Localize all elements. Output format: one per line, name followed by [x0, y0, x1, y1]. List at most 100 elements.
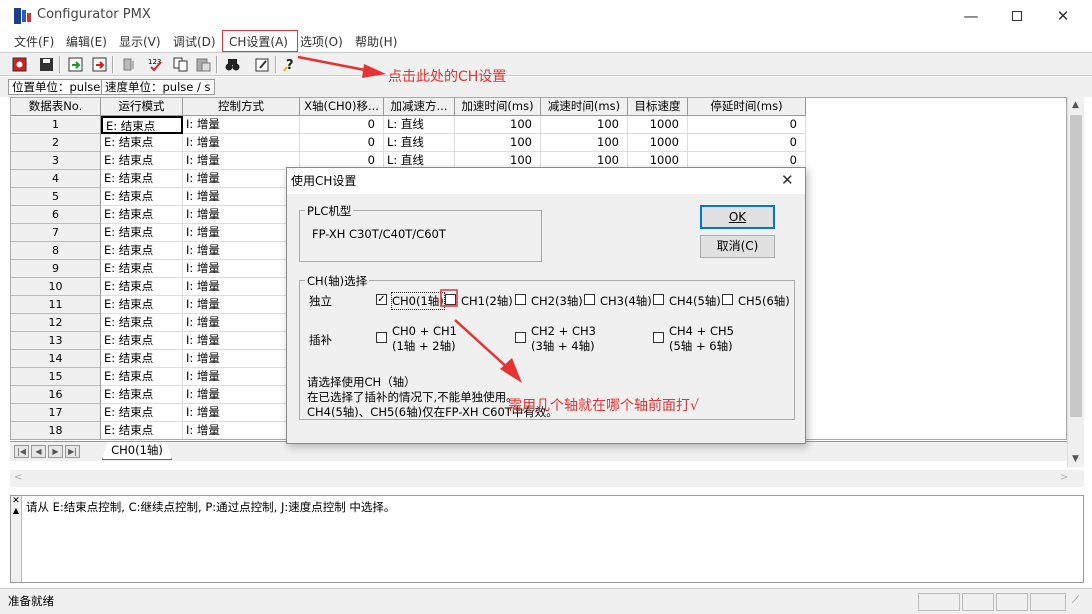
row-header[interactable]: 6	[11, 206, 101, 224]
copy-button[interactable]	[171, 56, 189, 73]
table-cell[interactable]: 0	[300, 116, 384, 134]
cancel-button[interactable]: 取消(C)	[700, 235, 775, 258]
edit-button[interactable]	[253, 56, 271, 73]
table-cell[interactable]: 1000	[628, 134, 688, 152]
interp-pair-0-sublabel[interactable]: (1轴 + 2轴)	[392, 338, 456, 354]
maximize-button[interactable]	[994, 0, 1040, 31]
interp-pair-0-checkbox[interactable]	[376, 332, 387, 343]
column-header[interactable]: 控制方式	[183, 98, 300, 116]
sheet-tab-ch0[interactable]: CH0(1轴)	[102, 442, 172, 460]
resize-grip-icon[interactable]: ⟋	[1072, 595, 1079, 606]
table-cell[interactable]: I: 增量	[183, 404, 300, 422]
row-header[interactable]: 1	[11, 116, 101, 134]
paste-button[interactable]	[194, 56, 212, 73]
help-button[interactable]: ?	[281, 56, 299, 73]
table-cell[interactable]: L: 直线	[384, 116, 455, 134]
interp-pair-1-sublabel[interactable]: (3轴 + 4轴)	[531, 338, 595, 354]
interp-pair-2-checkbox[interactable]	[653, 332, 664, 343]
prev-sheet-button[interactable]: ◀	[31, 445, 46, 458]
table-cell[interactable]: E: 结束点	[101, 116, 183, 134]
read-button[interactable]	[66, 56, 84, 73]
sort-button[interactable]	[120, 56, 138, 73]
row-header[interactable]: 7	[11, 224, 101, 242]
scroll-thumb[interactable]	[1070, 115, 1082, 417]
table-cell[interactable]: E: 结束点	[101, 368, 183, 386]
table-cell[interactable]: E: 结束点	[101, 296, 183, 314]
menu-edit[interactable]: 编辑(E)	[66, 33, 107, 50]
vertical-scrollbar[interactable]: ▲ ▼	[1067, 97, 1084, 467]
save-button[interactable]	[37, 56, 55, 73]
find-button[interactable]	[223, 56, 241, 73]
row-header[interactable]: 18	[11, 422, 101, 439]
table-cell[interactable]: I: 增量	[183, 242, 300, 260]
ch2-checkbox[interactable]	[515, 294, 526, 305]
table-cell[interactable]: E: 结束点	[101, 386, 183, 404]
row-header[interactable]: 8	[11, 242, 101, 260]
table-cell[interactable]: E: 结束点	[101, 134, 183, 152]
table-cell[interactable]: I: 增量	[183, 170, 300, 188]
table-cell[interactable]: 0	[300, 134, 384, 152]
hint-pane-scrollbar[interactable]: ✕ ▲	[11, 496, 22, 582]
table-cell[interactable]: E: 结束点	[101, 278, 183, 296]
minimize-button[interactable]: —	[948, 0, 994, 31]
table-cell[interactable]: I: 增量	[183, 188, 300, 206]
column-header[interactable]: 目标速度	[628, 98, 688, 116]
row-header[interactable]: 5	[11, 188, 101, 206]
table-cell[interactable]: I: 增量	[183, 350, 300, 368]
interp-pair-1-checkbox[interactable]	[515, 332, 526, 343]
column-header[interactable]: 数据表No.	[11, 98, 101, 116]
table-cell[interactable]: E: 结束点	[101, 224, 183, 242]
ch1-checkbox[interactable]	[445, 294, 456, 305]
column-header[interactable]: 停延时间(ms)	[688, 98, 806, 116]
ch0-checkbox-label[interactable]: CH0(1轴)	[391, 292, 445, 310]
table-cell[interactable]: I: 增量	[183, 152, 300, 170]
interp-pair-2-sublabel[interactable]: (5轴 + 6轴)	[669, 338, 733, 354]
ch4-checkbox-label[interactable]: CH4(5轴)	[669, 293, 721, 309]
horizontal-scrollbar[interactable]: < >	[10, 470, 1084, 487]
row-header[interactable]: 13	[11, 332, 101, 350]
write-button[interactable]	[90, 56, 108, 73]
menu-debug[interactable]: 调试(D)	[173, 33, 216, 50]
ok-button[interactable]: OK	[700, 205, 775, 229]
column-header[interactable]: 减速时间(ms)	[541, 98, 628, 116]
table-cell[interactable]: I: 增量	[183, 116, 300, 134]
row-header[interactable]: 12	[11, 314, 101, 332]
table-cell[interactable]: I: 增量	[183, 314, 300, 332]
row-header[interactable]: 10	[11, 278, 101, 296]
ch1-checkbox-label[interactable]: CH1(2轴)	[461, 293, 513, 309]
menu-file[interactable]: 文件(F)	[14, 33, 54, 50]
ch5-checkbox-label[interactable]: CH5(6轴)	[738, 293, 790, 309]
last-sheet-button[interactable]: ▶|	[65, 445, 80, 458]
table-cell[interactable]: I: 增量	[183, 368, 300, 386]
table-cell[interactable]: 0	[688, 134, 806, 152]
row-header[interactable]: 17	[11, 404, 101, 422]
menu-help[interactable]: 帮助(H)	[355, 33, 397, 50]
close-button[interactable]: ✕	[1040, 0, 1086, 31]
row-header[interactable]: 14	[11, 350, 101, 368]
new-button[interactable]	[10, 56, 28, 73]
table-cell[interactable]: I: 增量	[183, 296, 300, 314]
interp-pair-1-label[interactable]: CH2 + CH3	[531, 324, 596, 338]
column-header[interactable]: 运行模式	[101, 98, 183, 116]
table-cell[interactable]: E: 结束点	[101, 422, 183, 439]
table-cell[interactable]: 1000	[628, 116, 688, 134]
ch0-checkbox[interactable]: ✓	[376, 294, 387, 305]
table-cell[interactable]: E: 结束点	[101, 152, 183, 170]
interp-pair-2-label[interactable]: CH4 + CH5	[669, 324, 734, 338]
column-header[interactable]: X轴(CH0)移...	[300, 98, 384, 116]
table-cell[interactable]: E: 结束点	[101, 206, 183, 224]
column-header[interactable]: 加速时间(ms)	[455, 98, 541, 116]
table-cell[interactable]: 0	[688, 116, 806, 134]
table-cell[interactable]: 100	[455, 116, 541, 134]
table-cell[interactable]: E: 结束点	[101, 332, 183, 350]
table-cell[interactable]: L: 直线	[384, 134, 455, 152]
row-header[interactable]: 15	[11, 368, 101, 386]
table-cell[interactable]: 100	[541, 116, 628, 134]
table-cell[interactable]: 100	[541, 134, 628, 152]
table-cell[interactable]: I: 增量	[183, 332, 300, 350]
table-cell[interactable]: I: 增量	[183, 206, 300, 224]
table-cell[interactable]: E: 结束点	[101, 170, 183, 188]
row-header[interactable]: 3	[11, 152, 101, 170]
table-cell[interactable]: I: 增量	[183, 278, 300, 296]
table-cell[interactable]: I: 增量	[183, 134, 300, 152]
